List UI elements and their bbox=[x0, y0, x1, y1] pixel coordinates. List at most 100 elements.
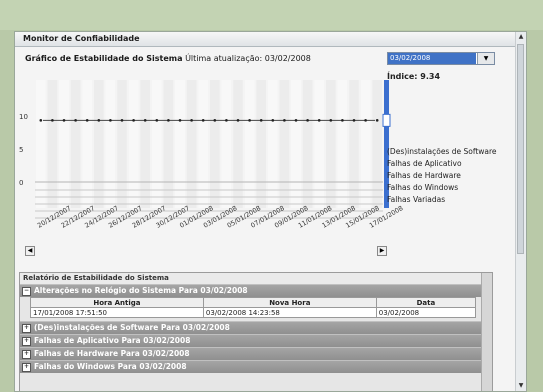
data-point bbox=[259, 119, 263, 122]
chart-column bbox=[186, 80, 197, 208]
chart-column bbox=[163, 80, 174, 208]
chart-column bbox=[349, 80, 359, 208]
group-label: (Des)instalações de Software Para 03/02/… bbox=[34, 323, 230, 332]
legend-item-windows: Falhas do Windows bbox=[387, 183, 459, 192]
data-point bbox=[39, 119, 43, 122]
reliability-monitor-window: Monitor de Confiabilidade Gráfico de Est… bbox=[14, 31, 527, 392]
chart-column bbox=[221, 80, 232, 208]
data-point bbox=[317, 119, 321, 122]
scroll-left-icon[interactable]: ◀ bbox=[25, 246, 35, 256]
data-point bbox=[85, 119, 89, 122]
chart-title: Gráfico de Estabilidade do Sistema bbox=[25, 54, 183, 63]
chart-column bbox=[302, 80, 313, 208]
selected-index-marker bbox=[382, 113, 391, 127]
table-row[interactable]: 17/01/2008 17:51:50 03/02/2008 14:23:58 … bbox=[30, 307, 477, 318]
table-cell: 03/02/2008 14:23:58 bbox=[202, 307, 377, 318]
data-point bbox=[155, 119, 159, 122]
y-tick-label: 0 bbox=[19, 179, 23, 187]
data-point bbox=[51, 119, 54, 122]
dropdown-arrow-icon[interactable]: ▼ bbox=[477, 53, 494, 64]
data-point bbox=[74, 119, 77, 122]
data-point bbox=[213, 119, 217, 122]
group-clock-changes[interactable]: − Alterações no Relógio do Sistema Para 0… bbox=[20, 284, 492, 297]
chart-column bbox=[47, 80, 58, 208]
data-point bbox=[178, 119, 182, 122]
chart-column bbox=[105, 80, 116, 208]
table-cell: 17/01/2008 17:51:50 bbox=[30, 307, 204, 318]
window-title: Monitor de Confiabilidade bbox=[15, 32, 526, 47]
data-point bbox=[306, 119, 309, 122]
chart-column bbox=[210, 80, 220, 208]
chart-horizontal-scrollbar[interactable]: ◀ ▶ bbox=[25, 246, 387, 256]
data-point bbox=[190, 119, 193, 122]
legend: (Des)instalações de Software Falhas de A… bbox=[387, 146, 497, 206]
legend-item-hardware: Falhas de Hardware bbox=[387, 171, 461, 180]
last-update: Última atualização: 03/02/2008 bbox=[185, 54, 311, 63]
chart-column bbox=[291, 80, 301, 208]
data-point bbox=[294, 119, 298, 122]
data-point bbox=[201, 119, 205, 122]
chart-column bbox=[152, 80, 162, 208]
y-tick-label: 5 bbox=[19, 146, 23, 154]
window-vertical-scrollbar[interactable]: ▲ ▼ bbox=[515, 32, 526, 391]
date-dropdown[interactable]: 03/02/2008 ▼ bbox=[387, 52, 495, 65]
desktop-background bbox=[0, 0, 543, 30]
data-point bbox=[236, 119, 240, 122]
data-point bbox=[248, 119, 251, 122]
chart-column bbox=[244, 80, 255, 208]
chart-column bbox=[198, 80, 208, 208]
chart-column bbox=[117, 80, 127, 208]
stability-chart[interactable]: 10 5 0 20/12/2007 22/12/2007 24/12/2007 26/12/… bbox=[15, 68, 520, 268]
legend-item-application: Falhas de Aplicativo bbox=[387, 159, 462, 168]
data-point bbox=[109, 119, 112, 122]
data-point bbox=[271, 119, 275, 122]
table-cell: 03/02/2008 bbox=[375, 307, 477, 318]
data-point bbox=[62, 119, 66, 122]
data-point bbox=[120, 119, 124, 122]
scroll-right-icon[interactable]: ▶ bbox=[377, 246, 387, 256]
chart-column bbox=[59, 80, 69, 208]
chart-header: Gráfico de Estabilidade do Sistema Últim… bbox=[25, 54, 311, 63]
chart-column bbox=[326, 80, 336, 208]
data-point bbox=[364, 119, 367, 122]
group-windows-failures[interactable]: + Falhas do Windows Para 03/02/2008 bbox=[20, 360, 492, 373]
chart-column bbox=[82, 80, 92, 208]
group-hardware-failures[interactable]: + Falhas de Hardware Para 03/02/2008 bbox=[20, 347, 492, 360]
report-scrollbar[interactable] bbox=[481, 273, 492, 391]
expand-icon[interactable]: + bbox=[22, 362, 31, 372]
chart-column bbox=[233, 80, 243, 208]
index-label: Índice: 9.34 bbox=[387, 72, 441, 81]
group-label: Alterações no Relógio do Sistema Para 03… bbox=[34, 286, 248, 295]
chart-column bbox=[279, 80, 290, 208]
data-point bbox=[283, 119, 286, 122]
scroll-up-icon[interactable]: ▲ bbox=[516, 32, 526, 42]
data-point bbox=[225, 119, 228, 122]
chart-column bbox=[337, 80, 348, 208]
group-software[interactable]: + (Des)instalações de Software Para 03/02… bbox=[20, 321, 492, 334]
data-point bbox=[329, 119, 333, 122]
chart-column bbox=[94, 80, 104, 208]
data-point bbox=[132, 119, 135, 122]
chart-column bbox=[360, 80, 371, 208]
data-point bbox=[375, 119, 379, 122]
date-dropdown-value: 03/02/2008 bbox=[388, 53, 476, 64]
legend-item-software: (Des)instalações de Software bbox=[387, 147, 497, 156]
column-header[interactable]: Data bbox=[375, 297, 477, 308]
y-tick-label: 10 bbox=[19, 113, 28, 121]
data-point bbox=[352, 119, 356, 122]
group-application-failures[interactable]: + Falhas de Aplicativo Para 03/02/2008 bbox=[20, 334, 492, 347]
chart-column bbox=[372, 80, 382, 208]
scroll-thumb[interactable] bbox=[517, 44, 524, 254]
expand-icon[interactable]: + bbox=[22, 349, 31, 359]
column-header[interactable]: Hora Antiga bbox=[30, 297, 204, 308]
collapse-icon[interactable]: − bbox=[22, 286, 31, 296]
stability-report: Relatório de Estabilidade do Sistema − Al… bbox=[19, 272, 493, 391]
data-point bbox=[143, 119, 147, 122]
scroll-down-icon[interactable]: ▼ bbox=[516, 381, 526, 391]
chart-column bbox=[175, 80, 185, 208]
data-point bbox=[167, 119, 170, 122]
expand-icon[interactable]: + bbox=[22, 323, 31, 333]
group-label: Falhas do Windows Para 03/02/2008 bbox=[34, 362, 187, 371]
column-header[interactable]: Nova Hora bbox=[202, 297, 377, 308]
expand-icon[interactable]: + bbox=[22, 336, 31, 346]
